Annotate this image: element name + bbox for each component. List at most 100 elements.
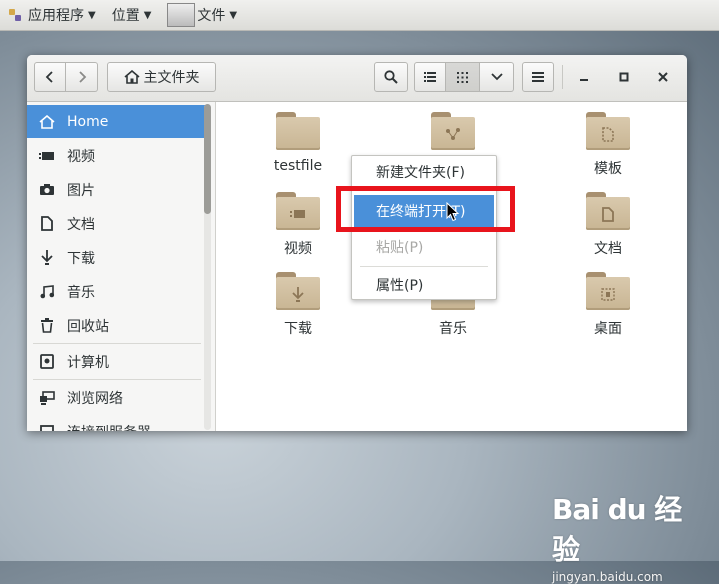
chevron-down-icon	[490, 73, 503, 81]
file-label: 视频	[284, 241, 312, 257]
sidebar-item-label: 文档	[67, 216, 95, 233]
file-item[interactable]: 模板	[553, 112, 663, 178]
baidu-watermark: Bai du 经验 jingyan.baidu.com	[552, 488, 692, 584]
search-button[interactable]	[374, 62, 408, 92]
folder-icon	[586, 112, 630, 150]
chevron-left-icon	[45, 71, 53, 83]
sidebar-scrollbar-thumb[interactable]	[204, 104, 211, 214]
applications-menu-label: 应用程序	[28, 8, 84, 24]
document-icon	[586, 201, 630, 227]
file-item[interactable]: 桌面	[553, 272, 663, 338]
folder-icon	[276, 272, 320, 310]
files-app-menu[interactable]: 文件 ▼	[159, 0, 245, 30]
menu-button[interactable]	[522, 62, 554, 92]
music-icon	[27, 284, 67, 299]
file-label: 桌面	[594, 321, 622, 337]
chevron-down-icon: ▼	[143, 9, 152, 21]
forward-button[interactable]	[66, 62, 98, 92]
sidebar-item-documents[interactable]: 文档	[27, 207, 207, 240]
close-button[interactable]	[648, 62, 678, 92]
maximize-icon	[619, 72, 629, 82]
list-view-icon	[424, 72, 436, 82]
network-icon	[27, 390, 67, 405]
folder-icon	[586, 272, 630, 310]
view-options-button[interactable]	[480, 62, 514, 92]
file-manager-icon	[167, 3, 196, 27]
sidebar-item-label: 图片	[67, 182, 95, 199]
menu-separator	[360, 266, 488, 267]
menu-item-paste[interactable]: 粘贴(P)	[352, 231, 496, 263]
file-item[interactable]: testfile	[243, 112, 353, 174]
sidebar-item-label: 视频	[67, 148, 95, 165]
menu-item-new-folder[interactable]: 新建文件夹(F)	[352, 156, 496, 188]
computer-icon	[27, 354, 67, 369]
sidebar-item-label: 连接到服务器	[67, 422, 151, 432]
sidebar: Home 视频 图片 文档 下载 音乐 回收站 计算机 浏览网络	[27, 102, 216, 431]
sidebar-item-label: 回收站	[67, 318, 109, 335]
chevron-down-icon: ▼	[88, 9, 96, 21]
grid-view-button[interactable]	[446, 62, 480, 92]
grid-view-icon	[457, 71, 468, 83]
home-icon	[27, 114, 67, 129]
server-icon	[27, 424, 67, 431]
places-menu-label: 位置	[111, 8, 140, 24]
hamburger-menu-icon	[532, 72, 544, 82]
folder-icon	[431, 112, 475, 150]
file-item[interactable]	[398, 112, 508, 158]
minimize-icon	[580, 79, 588, 81]
sidebar-item-network[interactable]: 浏览网络	[27, 381, 207, 414]
applications-menu[interactable]: 应用程序 ▼	[0, 0, 104, 30]
header-separator	[562, 65, 563, 89]
list-view-button[interactable]	[414, 62, 446, 92]
menu-item-properties[interactable]: 属性(P)	[352, 269, 496, 301]
applications-icon	[8, 8, 22, 22]
video-icon	[276, 201, 320, 227]
document-icon	[27, 216, 67, 231]
folder-icon	[276, 192, 320, 230]
sidebar-item-label: Home	[67, 113, 109, 130]
sidebar-item-computer[interactable]: 计算机	[27, 345, 207, 378]
file-item[interactable]: 下载	[243, 272, 353, 338]
file-label: 模板	[594, 161, 622, 177]
watermark-logo: Bai du 经验	[552, 493, 682, 566]
download-icon	[27, 250, 67, 265]
sidebar-item-downloads[interactable]: 下载	[27, 241, 207, 274]
file-item[interactable]: 文档	[553, 192, 663, 258]
sidebar-separator	[33, 343, 201, 344]
watermark-url: jingyan.baidu.com	[552, 570, 663, 584]
path-label: 主文件夹	[143, 70, 200, 86]
places-menu[interactable]: 位置 ▼	[104, 0, 160, 30]
maximize-button[interactable]	[609, 62, 639, 92]
sidebar-item-videos[interactable]: 视频	[27, 139, 207, 172]
trash-icon	[27, 318, 67, 333]
back-button[interactable]	[34, 62, 66, 92]
sidebar-item-label: 下载	[67, 250, 95, 267]
top-panel: 应用程序 ▼ 位置 ▼ 文件 ▼	[0, 0, 719, 31]
home-icon	[123, 70, 140, 84]
highlight-annotation-box	[336, 186, 515, 232]
chevron-down-icon: ▼	[229, 9, 238, 21]
sidebar-item-trash[interactable]: 回收站	[27, 309, 207, 342]
sidebar-item-label: 计算机	[67, 354, 109, 371]
download-icon	[276, 281, 320, 307]
minimize-button[interactable]	[569, 62, 599, 92]
files-app-menu-label: 文件	[197, 8, 226, 24]
sidebar-separator	[33, 379, 201, 380]
search-icon	[384, 70, 398, 84]
share-icon	[431, 121, 475, 147]
mouse-cursor-icon	[446, 202, 460, 222]
sidebar-item-label: 音乐	[67, 284, 95, 301]
file-label: 下载	[284, 321, 312, 337]
sidebar-item-music[interactable]: 音乐	[27, 275, 207, 308]
folder-icon	[276, 112, 320, 150]
file-label: testfile	[273, 158, 323, 174]
sidebar-item-label: 浏览网络	[67, 390, 123, 407]
sidebar-item-pictures[interactable]: 图片	[27, 173, 207, 206]
template-icon	[586, 121, 630, 147]
sidebar-item-connect-server[interactable]: 连接到服务器	[27, 415, 207, 431]
sidebar-item-home[interactable]: Home	[27, 105, 207, 138]
path-home-button[interactable]: 主文件夹	[107, 62, 216, 92]
video-icon	[27, 150, 67, 162]
desktop-icon	[586, 281, 630, 307]
close-icon	[658, 72, 668, 82]
